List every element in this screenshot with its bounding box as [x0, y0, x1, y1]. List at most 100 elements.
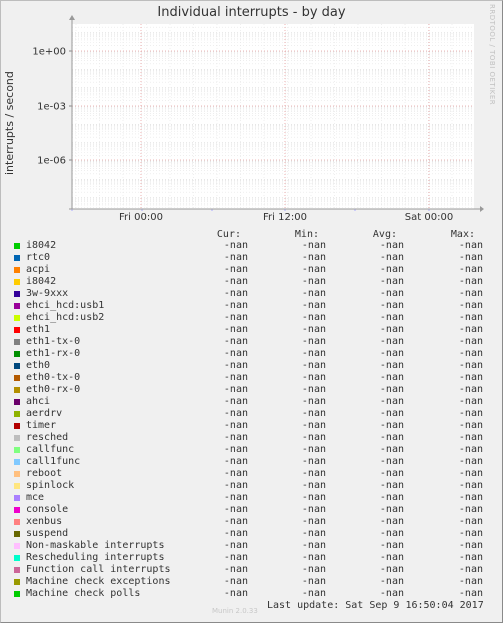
legend-row: resched -nan -nan -nan -nan: [0, 432, 503, 444]
legend-series-name: acpi: [26, 264, 51, 275]
legend-series-name: resched: [26, 432, 69, 443]
legend-value-avg: -nan: [379, 444, 404, 455]
legend-value-cur: -nan: [223, 252, 248, 263]
legend-value-min: -nan: [301, 540, 326, 551]
legend-row: eth1-tx-0 -nan -nan -nan -nan: [0, 336, 503, 348]
legend-value-cur: -nan: [223, 240, 248, 251]
legend-value-cur: -nan: [223, 444, 248, 455]
col-header-min: Min:: [294, 229, 319, 240]
legend-value-min: -nan: [301, 456, 326, 467]
legend-row: mce -nan -nan -nan -nan: [0, 492, 503, 504]
x-tick-label: Fri 00:00: [119, 212, 163, 223]
legend-swatch: [14, 243, 20, 249]
x-tick-label: Fri 12:00: [263, 212, 307, 223]
legend-swatch: [14, 471, 20, 477]
legend-swatch: [14, 303, 20, 309]
legend-row: Machine check exceptions -nan -nan -nan -nan: [0, 576, 503, 588]
legend-swatch: [14, 375, 20, 381]
legend-swatch: [14, 483, 20, 489]
legend-value-avg: -nan: [379, 264, 404, 275]
legend-swatch: [14, 543, 20, 549]
legend-value-avg: -nan: [379, 576, 404, 587]
legend-value-cur: -nan: [223, 504, 248, 515]
legend-row: ehci_hcd:usb2 -nan -nan -nan -nan: [0, 312, 503, 324]
legend-row: suspend -nan -nan -nan -nan: [0, 528, 503, 540]
legend-value-min: -nan: [301, 264, 326, 275]
legend-value-cur: -nan: [223, 384, 248, 395]
legend-value-avg: -nan: [379, 384, 404, 395]
legend-value-min: -nan: [301, 528, 326, 539]
legend-value-cur: -nan: [223, 312, 248, 323]
legend-row: Function call interrupts -nan -nan -nan -nan: [0, 564, 503, 576]
legend-row: 3w-9xxx -nan -nan -nan -nan: [0, 288, 503, 300]
legend-swatch: [14, 447, 20, 453]
legend-swatch: [14, 435, 20, 441]
col-header-cur: Cur:: [216, 229, 241, 240]
legend-value-min: -nan: [301, 504, 326, 515]
legend-row: reboot -nan -nan -nan -nan: [0, 468, 503, 480]
legend-value-min: -nan: [301, 444, 326, 455]
legend-row: eth0-tx-0 -nan -nan -nan -nan: [0, 372, 503, 384]
legend-value-max: -nan: [458, 276, 483, 287]
y-axis-arrow: [69, 15, 75, 20]
last-update-label: Last update:: [267, 600, 340, 611]
x-tick-label: Sat 00:00: [405, 212, 453, 223]
legend-series-name: eth0-rx-0: [26, 384, 81, 395]
legend-value-cur: -nan: [223, 588, 248, 599]
legend-value-avg: -nan: [379, 312, 404, 323]
legend-value-avg: -nan: [379, 480, 404, 491]
legend-row: console -nan -nan -nan -nan: [0, 504, 503, 516]
legend-value-max: -nan: [458, 312, 483, 323]
legend-row: rtc0 -nan -nan -nan -nan: [0, 252, 503, 264]
legend-row: callfunc -nan -nan -nan -nan: [0, 444, 503, 456]
legend-swatch: [14, 279, 20, 285]
legend-value-min: -nan: [301, 252, 326, 263]
legend-row: eth1 -nan -nan -nan -nan: [0, 324, 503, 336]
legend-swatch: [14, 411, 20, 417]
legend-row: spinlock -nan -nan -nan -nan: [0, 480, 503, 492]
legend-value-max: -nan: [458, 240, 483, 251]
legend-value-avg: -nan: [379, 360, 404, 371]
legend-value-min: -nan: [301, 240, 326, 251]
legend-value-min: -nan: [301, 312, 326, 323]
legend-value-max: -nan: [458, 504, 483, 515]
legend-series-name: Machine check polls: [26, 588, 141, 599]
legend-value-cur: -nan: [223, 528, 248, 539]
legend-value-cur: -nan: [223, 288, 248, 299]
legend-value-min: -nan: [301, 408, 326, 419]
x-axis-arrow: [480, 206, 484, 212]
legend-value-min: -nan: [301, 360, 326, 371]
legend-value-cur: -nan: [223, 336, 248, 347]
legend-value-max: -nan: [458, 252, 483, 263]
legend-value-max: -nan: [458, 552, 483, 563]
legend-series-name: Rescheduling interrupts: [26, 552, 165, 563]
legend-series-name: eth0: [26, 360, 51, 371]
legend-row: call1func -nan -nan -nan -nan: [0, 456, 503, 468]
legend-series-name: i8042: [26, 276, 57, 287]
legend-value-min: -nan: [301, 432, 326, 443]
legend-value-avg: -nan: [379, 564, 404, 575]
legend-value-avg: -nan: [379, 396, 404, 407]
legend-swatch: [14, 591, 20, 597]
legend-value-cur: -nan: [223, 372, 248, 383]
legend-row: aerdrv -nan -nan -nan -nan: [0, 408, 503, 420]
legend-value-cur: -nan: [223, 540, 248, 551]
legend-value-min: -nan: [301, 576, 326, 587]
legend-value-max: -nan: [458, 528, 483, 539]
legend-series-name: i8042: [26, 240, 57, 251]
legend-value-max: -nan: [458, 564, 483, 575]
plot-area: 1e+00 1e-03 1e-06 Fri 00:00 Fri 12:00 Sat 00:…: [32, 15, 484, 223]
legend-series-name: suspend: [26, 528, 69, 539]
legend-value-max: -nan: [458, 480, 483, 491]
legend-swatch: [14, 567, 20, 573]
legend-swatch: [14, 267, 20, 273]
legend-value-max: -nan: [458, 516, 483, 527]
legend-value-avg: -nan: [379, 336, 404, 347]
legend-swatch: [14, 555, 20, 561]
legend-value-avg: -nan: [379, 588, 404, 599]
legend-series-name: Machine check exceptions: [26, 576, 171, 587]
legend-value-max: -nan: [458, 432, 483, 443]
legend-value-max: -nan: [458, 336, 483, 347]
legend-value-min: -nan: [301, 516, 326, 527]
legend-value-cur: -nan: [223, 360, 248, 371]
